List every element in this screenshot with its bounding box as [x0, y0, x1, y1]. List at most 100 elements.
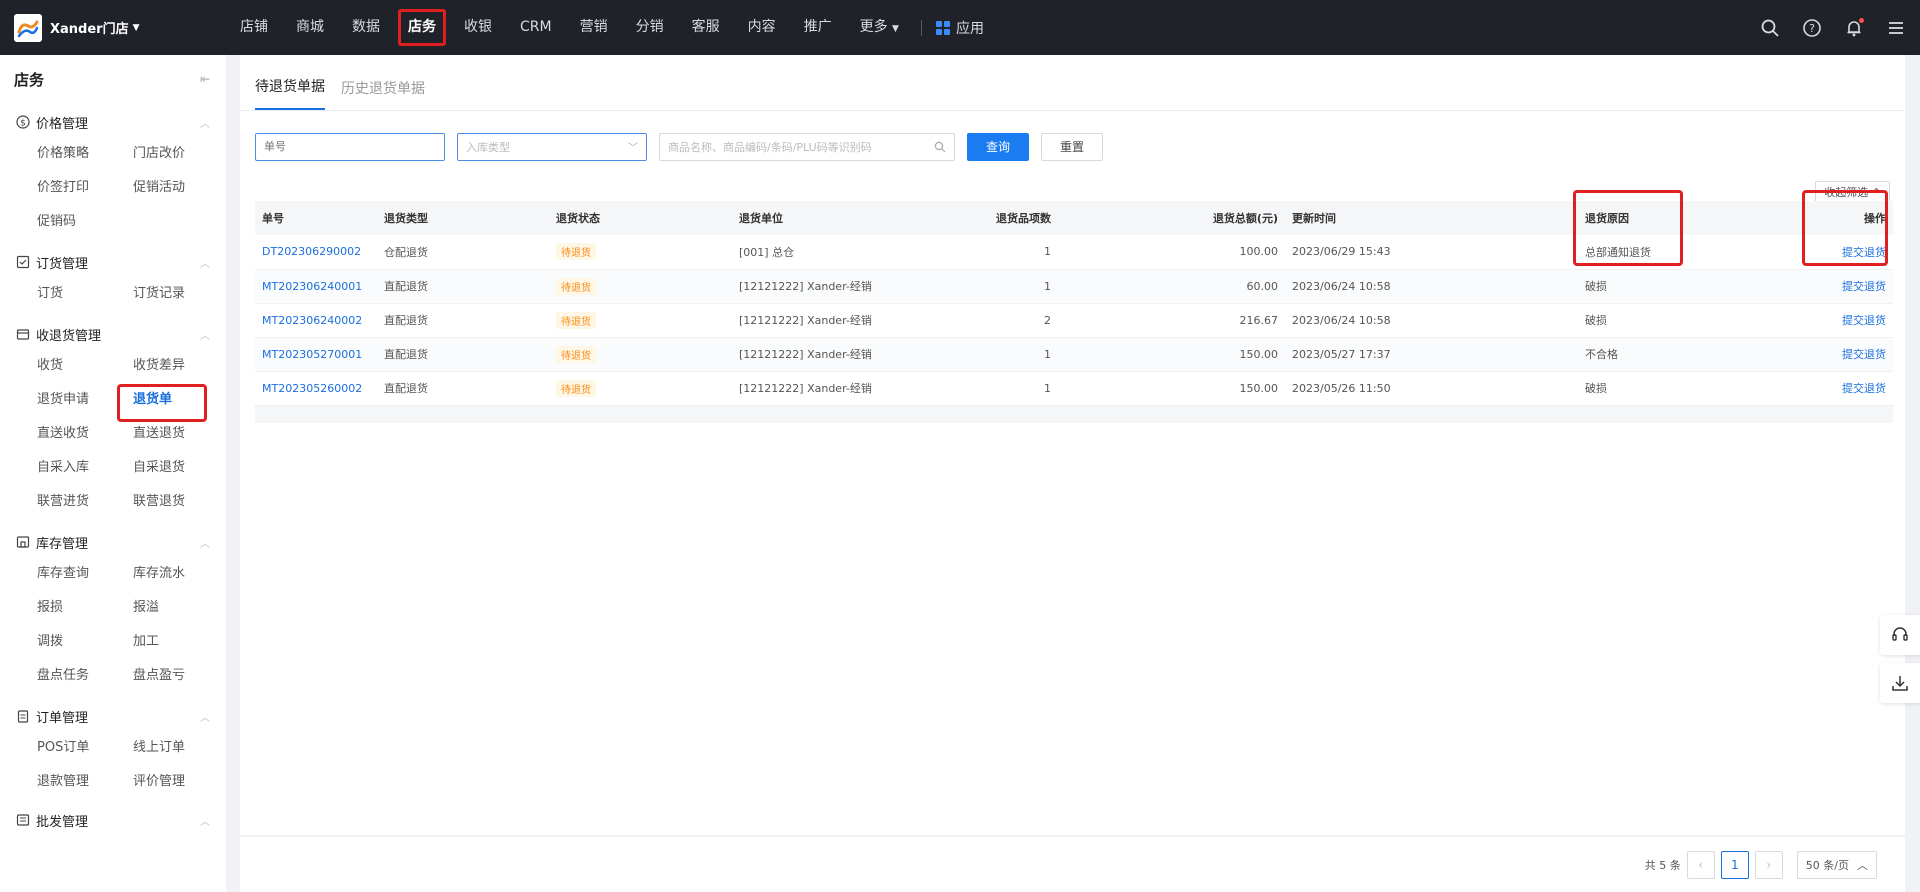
sidebar-item-overflow-report[interactable]: 报溢 [133, 591, 226, 625]
sidebar-group-header[interactable]: 库存管理 ︿ [0, 527, 226, 557]
col-return-status: 退货状态 [556, 212, 600, 225]
sidebar-item-stocktake-pl[interactable]: 盘点盈亏 [133, 659, 226, 693]
cell-reason: 破损 [1578, 371, 1778, 406]
sidebar-group-title: 订货管理 [36, 256, 89, 272]
nav-item-cashier[interactable]: 收银 [450, 0, 506, 55]
sidebar-group-header[interactable]: 收退货管理 ︿ [0, 319, 226, 349]
nav-item-crm[interactable]: CRM [506, 0, 566, 55]
table-horizontal-scrollbar[interactable] [255, 405, 1893, 423]
order-no-link[interactable]: MT202305260002 [262, 382, 362, 395]
nav-item-content[interactable]: 内容 [734, 0, 790, 55]
sidebar-group-title: 收退货管理 [36, 328, 102, 344]
nav-item-more[interactable]: 更多 ▼ [846, 0, 913, 55]
sidebar-item-stock-query[interactable]: 库存查询 [37, 557, 133, 591]
submit-return-link[interactable]: 提交退货 [1842, 382, 1886, 395]
nav-item-mall[interactable]: 商城 [282, 0, 338, 55]
sidebar-item-direct-return[interactable]: 直送退货 [133, 417, 226, 451]
order-no-link[interactable]: DT202306290002 [262, 245, 361, 258]
sidebar-group-title: 订单管理 [36, 710, 89, 726]
sidebar-item-promo-code[interactable]: 促销码 [37, 205, 133, 239]
sidebar-item-joint-return[interactable]: 联营退货 [133, 485, 226, 519]
sidebar-item-receive-diff[interactable]: 收货差异 [133, 349, 226, 383]
table-row: DT202306290002 仓配退货 待退货 [001] 总仓 1 100.0… [255, 235, 1893, 270]
search-icon[interactable] [1760, 18, 1780, 38]
top-navigation-bar: Xander门店 ▼ 店铺 商城 数据 店务 收银 CRM 营销 分销 客服 内… [0, 0, 1920, 55]
nav-item-promotion[interactable]: 推广 [790, 0, 846, 55]
nav-divider [920, 19, 922, 36]
sidebar-group-header[interactable]: 订货管理 ︿ [0, 247, 226, 277]
sidebar-item-return-order[interactable]: 退货单 [117, 383, 226, 422]
col-action: 操作 [1864, 212, 1886, 225]
sidebar-item-transfer[interactable]: 调拨 [37, 625, 133, 659]
submit-return-link[interactable]: 提交退货 [1842, 280, 1886, 293]
page-size-select[interactable]: 50 条/页 ︿ [1796, 850, 1877, 879]
next-page-button[interactable]: › [1754, 850, 1783, 879]
sidebar-item-promotion[interactable]: 促销活动 [133, 171, 226, 205]
order-no-link[interactable]: MT202306240002 [262, 314, 362, 327]
chevron-up-icon: ︿ [200, 118, 210, 130]
sidebar-item-stocktake-task[interactable]: 盘点任务 [37, 659, 133, 693]
nav-item-data[interactable]: 数据 [338, 0, 394, 55]
search-placeholder: 商品名称、商品编码/条码/PLU码等识别码 [668, 140, 872, 154]
prev-page-button[interactable]: ‹ [1686, 850, 1715, 879]
sidebar-group-header[interactable]: 订单管理 ︿ [0, 701, 226, 731]
sidebar-group-header[interactable]: 批发管理 ︿ [0, 805, 226, 835]
store-switcher[interactable]: Xander门店 ▼ [0, 13, 226, 42]
order-no-link[interactable]: MT202305270001 [262, 348, 362, 361]
sidebar-item-refund-manage[interactable]: 退款管理 [37, 765, 133, 799]
nav-item-shop[interactable]: 店铺 [226, 0, 282, 55]
sidebar-item-stock-flow[interactable]: 库存流水 [133, 557, 226, 591]
collapse-sidebar-icon[interactable]: ⇤ [200, 72, 210, 86]
page-size-label: 50 条/页 [1805, 858, 1849, 872]
reset-button[interactable]: 重置 [1041, 132, 1104, 161]
sidebar-group-inventory: 库存管理 ︿ 库存查询 库存流水 报损 报溢 调拨 加工 盘点任务 盘点盈亏 [0, 527, 226, 693]
help-icon[interactable]: ? [1802, 18, 1822, 38]
sidebar-item-self-purchase-in[interactable]: 自采入库 [37, 451, 133, 485]
submit-return-link[interactable]: 提交退货 [1842, 314, 1886, 327]
sidebar-item-store-price-change[interactable]: 门店改价 [133, 137, 226, 171]
table-row: MT202306240002 直配退货 待退货 [12121222] Xande… [255, 303, 1893, 338]
nav-app-button[interactable]: 应用 [930, 18, 990, 38]
bell-icon[interactable] [1844, 17, 1864, 38]
sidebar-item-receive[interactable]: 收货 [37, 349, 133, 383]
sidebar-item-direct-receive[interactable]: 直送收货 [37, 417, 133, 451]
sidebar-item-online-orders[interactable]: 线上订单 [133, 731, 226, 765]
cell-count: 2 [925, 303, 1058, 338]
order-no-input[interactable] [255, 132, 445, 161]
sidebar-item-processing[interactable]: 加工 [133, 625, 226, 659]
sidebar-item-pos-orders[interactable]: POS订单 [37, 731, 133, 765]
cell-unit: [001] 总仓 [732, 235, 925, 270]
nav-item-store-ops[interactable]: 店务 [394, 0, 450, 55]
tab-history-returns[interactable]: 历史退货单据 [341, 78, 425, 110]
sidebar-item-price-tag-print[interactable]: 价签打印 [37, 171, 133, 205]
page-button-current[interactable]: 1 [1720, 850, 1749, 879]
submit-return-link[interactable]: 提交退货 [1842, 246, 1886, 259]
sidebar-item-self-purchase-return[interactable]: 自采退货 [133, 451, 226, 485]
product-search-input[interactable]: 商品名称、商品编码/条码/PLU码等识别码 [659, 132, 955, 161]
menu-icon[interactable] [1886, 18, 1906, 38]
sidebar-item-loss-report[interactable]: 报损 [37, 591, 133, 625]
sidebar-group-receiving-returns: 收退货管理 ︿ 收货 收货差异 退货申请 退货单 直送收货 直送退货 自采入库 … [0, 319, 226, 519]
nav-item-distribution[interactable]: 分销 [622, 0, 678, 55]
submit-return-link[interactable]: 提交退货 [1842, 348, 1886, 361]
stock-in-type-select[interactable]: 入库类型 ﹀ [457, 132, 647, 161]
order-no-link[interactable]: MT202306240001 [262, 280, 362, 293]
query-button[interactable]: 查询 [967, 132, 1030, 161]
sidebar-item-price-strategy[interactable]: 价格策略 [37, 137, 133, 171]
sidebar-item-order-goods[interactable]: 订货 [37, 277, 133, 311]
download-icon[interactable] [1880, 663, 1920, 703]
collapse-filter-button[interactable]: 收起筛选 ⌃ [1815, 181, 1890, 203]
caret-down-icon: ▼ [892, 24, 899, 34]
list-icon [16, 813, 30, 827]
cell-amount: 100.00 [1058, 235, 1285, 270]
customer-service-icon[interactable] [1880, 615, 1920, 655]
tab-pending-returns[interactable]: 待退货单据 [255, 76, 325, 110]
sidebar-group-title: 库存管理 [36, 536, 89, 552]
sidebar-item-joint-purchase[interactable]: 联营进货 [37, 485, 133, 519]
sidebar-group-header[interactable]: $ 价格管理 ︿ [0, 107, 226, 137]
col-return-unit: 退货单位 [739, 212, 783, 225]
nav-item-marketing[interactable]: 营销 [566, 0, 622, 55]
sidebar-item-order-records[interactable]: 订货记录 [133, 277, 226, 311]
sidebar-item-review-manage[interactable]: 评价管理 [133, 765, 226, 799]
nav-item-service[interactable]: 客服 [678, 0, 734, 55]
